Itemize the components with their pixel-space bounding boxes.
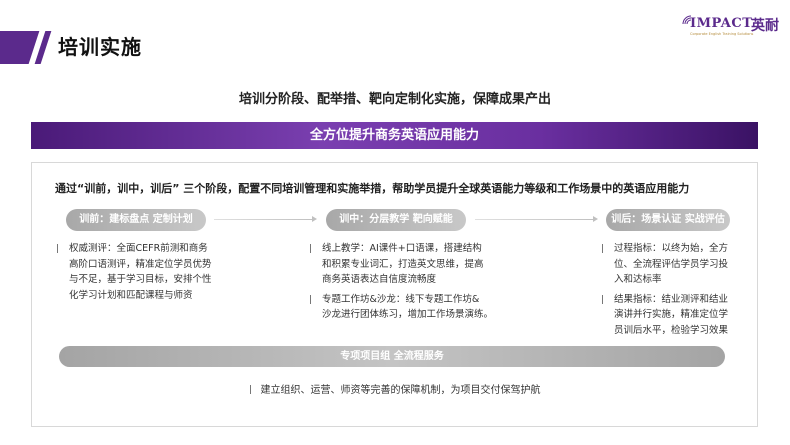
phase-post-training: 训后：场景认证 实战评估 [606, 209, 730, 231]
service-detail: 建立组织、运营、师资等完善的保障机制，为项目交付保驾护航 [0, 381, 790, 396]
in-training-details: 线上教学：AI课件+口语课，搭建结构 和积累专业词汇，打造英文思维，提高 商务英… [310, 241, 520, 323]
bullet-bar [602, 244, 603, 253]
title-accent-bar [0, 31, 40, 64]
pre-training-details: 权威测评：全面CEFR前测和商务 高阶口语测评，精准定位学员优势 与不足，基于学… [57, 241, 257, 303]
section-banner: 全方位提升商务英语应用能力 [31, 122, 758, 149]
list-item: 专题工作坊&沙龙：线下专题工作坊& 沙龙进行团体练习，增加工作场景演练。 [310, 292, 520, 323]
list-item: 线上教学：AI课件+口语课，搭建结构 和积累专业词汇，打造英文思维，提高 商务英… [310, 241, 520, 288]
post-training-details: 过程指标：以终为始，全方 位、全流程评估学员学习投 入和达标率 结果指标：结业测… [602, 241, 752, 338]
page-title: 培训实施 [58, 35, 142, 59]
bullet-bar [310, 244, 311, 253]
bullet-bar [310, 294, 311, 304]
service-bar: 专项项目组 全流程服务 [59, 346, 725, 367]
company-logo: IMPACT 英耐 Corporate English Training Sol… [680, 14, 780, 42]
logo-brand-cn: 英耐 [751, 18, 779, 34]
list-item: 过程指标：以终为始，全方 位、全流程评估学员学习投 入和达标率 [602, 241, 752, 288]
bullet-bar [602, 294, 603, 304]
logo-tagline: Corporate English Training Solutions [690, 32, 754, 36]
phase-arrow-2 [475, 216, 598, 222]
bullet-bar [249, 385, 251, 394]
phase-arrow-1 [214, 216, 317, 222]
bullet-bar [57, 244, 58, 253]
phase-in-training: 训中：分层教学 靶向赋能 [326, 209, 466, 231]
list-item: 权威测评：全面CEFR前测和商务 高阶口语测评，精准定位学员优势 与不足，基于学… [57, 241, 257, 303]
phase-pre-training: 训前：建标盘点 定制计划 [66, 209, 206, 231]
slide-subtitle: 培训分阶段、配举措、靶向定制化实施，保障成果产出 [238, 92, 551, 107]
logo-brand: IMPACT [690, 16, 753, 31]
list-item: 结果指标：结业测评和结业 演讲并行实施，精准定位学 员训后水平，检验学习效果 [602, 292, 752, 339]
intro-text: 通过“训前，训中，训后” 三个阶段，配置不同培训管理和实施举措，帮助学员提升全球… [55, 182, 690, 195]
